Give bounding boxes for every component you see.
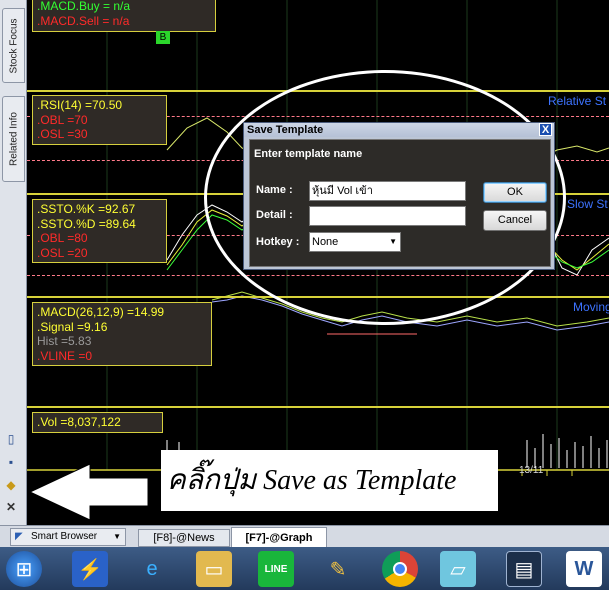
- tab-news[interactable]: [F8]-@News: [138, 529, 230, 547]
- new-document-icon[interactable]: ▯: [4, 432, 18, 446]
- rsi-osl: .OSL =30: [37, 127, 88, 142]
- dialog-close-button[interactable]: X: [539, 123, 552, 136]
- cancel-button[interactable]: Cancel: [483, 210, 547, 231]
- volume-info-box: .Vol =8,037,122: [32, 412, 163, 433]
- ssto-side-label: Slow St: [567, 197, 608, 211]
- hotkey-select[interactable]: None ▼: [309, 232, 401, 252]
- lightning-icon[interactable]: ⚡: [72, 551, 108, 587]
- macd-info-box: .MACD(26,12,9) =14.99 .Signal =9.16 Hist…: [32, 302, 212, 367]
- ssto-osl: .OSL =20: [37, 245, 88, 260]
- ssto-k-value: .SSTO.%K =92.67: [37, 202, 136, 216]
- hotkey-label: Hotkey :: [256, 236, 300, 248]
- tab-stock-focus-label: Stock Focus: [8, 17, 19, 74]
- macd-signal: .Signal =9.16: [37, 319, 108, 334]
- detail-label: Detail :: [256, 209, 293, 221]
- save-template-dialog: Save Template X Enter template name Name…: [243, 122, 555, 270]
- macd-sell-text: .MACD.Sell = n/a: [37, 13, 130, 28]
- detail-input[interactable]: [309, 206, 466, 226]
- chrome-icon[interactable]: [382, 551, 418, 587]
- dialog-heading: Enter template name: [254, 148, 363, 160]
- line-icon[interactable]: LINE: [258, 551, 294, 587]
- macd-buy-text: .MACD.Buy = n/a: [37, 0, 131, 13]
- rsi-side-label: Relative St: [548, 94, 607, 108]
- arrow-annotation-icon: [28, 463, 149, 521]
- ssto-info-box: .SSTO.%K =92.67 .SSTO.%D =89.64 .OBL =80…: [32, 199, 167, 264]
- instruction-annotation: คลิ๊กปุ่ม Save as Template: [161, 450, 498, 511]
- ok-button[interactable]: OK: [483, 182, 547, 203]
- ssto-d-value: .SSTO.%D =89.64: [37, 216, 136, 231]
- smart-browser-label: Smart Browser: [31, 531, 98, 542]
- tab-related-info-label: Related Info: [8, 112, 19, 166]
- buy-marker: B: [156, 31, 170, 44]
- tab-stock-focus[interactable]: Stock Focus: [2, 8, 25, 83]
- macd-side-label: Moving: [573, 300, 609, 314]
- notes-icon[interactable]: ▱: [440, 551, 476, 587]
- save-icon[interactable]: ▪: [4, 455, 18, 469]
- browser-icon: ◤: [15, 531, 23, 542]
- rsi-value: .RSI(14) =70.50: [37, 98, 123, 112]
- macd-hist: Hist =5.83: [37, 334, 92, 349]
- x-axis-date-label: 13/11: [519, 465, 544, 476]
- name-label: Name :: [256, 184, 293, 196]
- chevron-down-icon: ▼: [389, 237, 397, 246]
- windows-start-icon[interactable]: ⊞: [6, 551, 42, 587]
- name-input[interactable]: หุ้นมี Vol เข้า: [309, 181, 466, 201]
- word-icon[interactable]: W: [566, 551, 602, 587]
- smart-browser-button[interactable]: ◤ Smart Browser ▼: [10, 528, 126, 546]
- chart-app-icon[interactable]: ▤: [506, 551, 542, 587]
- internet-explorer-icon[interactable]: e: [134, 551, 170, 587]
- tab-graph[interactable]: [F7]-@Graph: [231, 527, 327, 548]
- ssto-obl: .OBL =80: [37, 231, 88, 246]
- volume-value: .Vol =8,037,122: [37, 415, 121, 429]
- paint-icon[interactable]: ✎: [320, 551, 356, 587]
- windows-taskbar: ⊞ ⚡ e ▭ LINE ✎ ▱ ▤ W: [0, 547, 609, 590]
- macd-signal-box: .MACD.Buy = n/a .MACD.Sell = n/a: [32, 0, 216, 32]
- tab-related-info[interactable]: Related Info: [2, 96, 25, 182]
- chevron-down-icon: ▼: [113, 532, 121, 541]
- macd-value: .MACD(26,12,9) =14.99: [37, 305, 165, 319]
- save-as-template-icon[interactable]: ◆: [4, 478, 18, 492]
- macd-vline: .VLINE =0: [37, 348, 93, 363]
- dialog-body: Enter template name Name : หุ้นมี Vol เข…: [249, 139, 551, 267]
- rsi-info-box: .RSI(14) =70.50 .OBL =70 .OSL =30: [32, 95, 167, 145]
- hotkey-value: None: [312, 236, 339, 248]
- rsi-obl: .OBL =70: [37, 112, 88, 127]
- bottom-tab-strip: ◤ Smart Browser ▼ [F8]-@News [F7]-@Graph: [0, 525, 609, 548]
- left-sidebar: Stock Focus Related Info ▯ ▪ ◆ ✕: [0, 0, 27, 525]
- folder-icon[interactable]: ▭: [196, 551, 232, 587]
- dialog-title: Save Template: [244, 123, 554, 137]
- close-icon[interactable]: ✕: [4, 500, 18, 514]
